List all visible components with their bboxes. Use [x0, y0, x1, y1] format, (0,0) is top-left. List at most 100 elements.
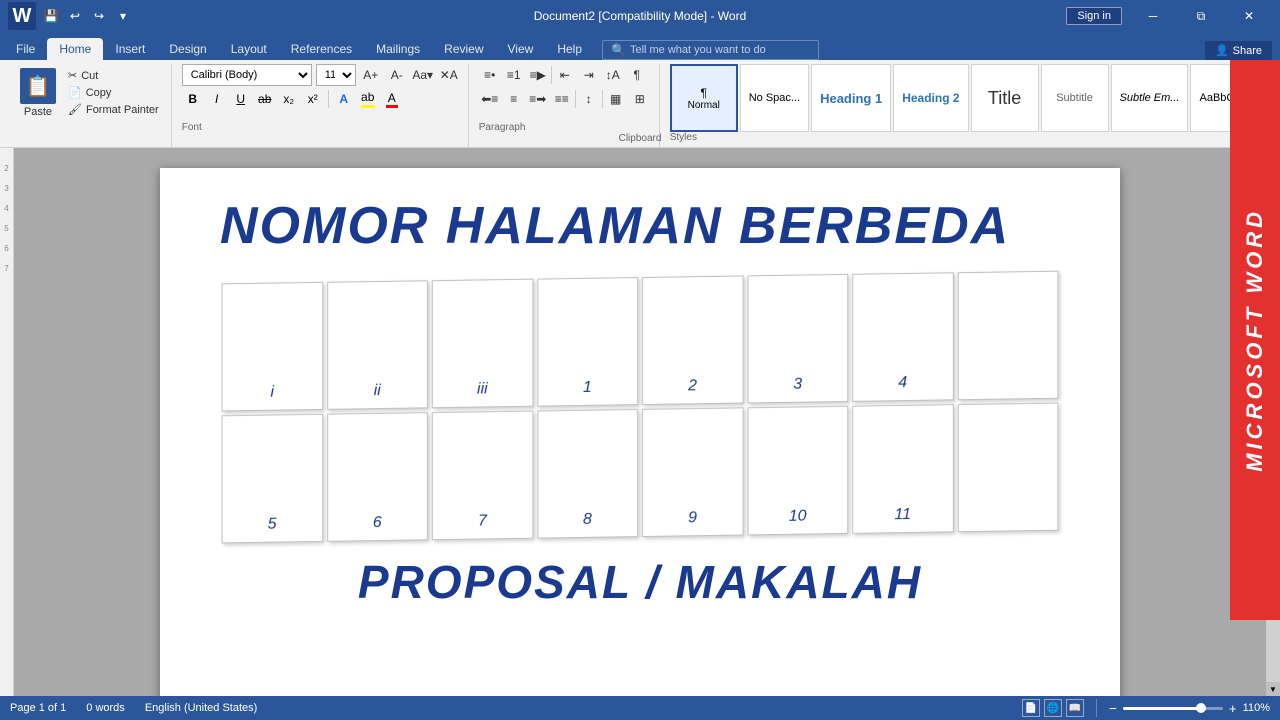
tab-references[interactable]: References: [279, 38, 364, 60]
tab-file[interactable]: File: [4, 38, 47, 60]
bold-button[interactable]: B: [182, 88, 204, 110]
undo-quick-btn[interactable]: ↩: [66, 7, 84, 25]
style-subtitle[interactable]: Subtitle: [1041, 64, 1109, 132]
font-size-select[interactable]: 11: [316, 64, 356, 86]
ribbon: 📋 Paste ✂ Cut 📄 Copy 🖌 Format Painter Cl…: [0, 60, 1280, 148]
style-heading2[interactable]: Heading 2: [893, 64, 968, 132]
bullets-button[interactable]: ≡•: [479, 64, 501, 86]
word-count: 0 words: [86, 702, 125, 714]
read-view[interactable]: 📖: [1066, 699, 1084, 717]
highlight-button[interactable]: ab: [357, 88, 379, 110]
zoom-out-button[interactable]: −: [1109, 701, 1117, 716]
format-painter-button[interactable]: 🖌 Format Painter: [64, 102, 163, 117]
increase-indent-button[interactable]: ⇥: [578, 64, 600, 86]
style-no-spacing[interactable]: No Spac...: [740, 64, 809, 132]
clear-format-button[interactable]: ✕A: [438, 64, 460, 86]
cut-label: Cut: [81, 70, 98, 82]
ruler-mark-5: 5: [4, 218, 8, 238]
ruler-mark-7: 7: [4, 258, 8, 278]
zoom-in-button[interactable]: +: [1229, 701, 1237, 716]
ribbon-tabs: File Home Insert Design Layout Reference…: [0, 32, 1280, 60]
zoom-slider-track[interactable]: [1123, 707, 1223, 710]
align-left-button[interactable]: ⬅≡: [479, 88, 501, 110]
pages-grid: i ii iii 1 2 3 4 5 6 7 8 9 10 11: [222, 271, 1059, 544]
subscript-button[interactable]: x₂: [278, 88, 300, 110]
style-heading1[interactable]: Heading 1: [811, 64, 891, 132]
mini-page-11: 11: [852, 404, 953, 534]
word-w-icon: W: [13, 5, 32, 28]
style-subtitle-label: Subtitle: [1056, 92, 1093, 104]
cut-icon: ✂: [68, 69, 77, 82]
underline-button[interactable]: U: [230, 88, 252, 110]
share-label: Share: [1233, 45, 1262, 57]
print-layout-view[interactable]: 📄: [1022, 699, 1040, 717]
tab-help[interactable]: Help: [545, 38, 594, 60]
mini-page-9: 9: [642, 408, 743, 538]
shrink-font-button[interactable]: A-: [386, 64, 408, 86]
tab-layout[interactable]: Layout: [219, 38, 279, 60]
zoom-slider-thumb[interactable]: [1196, 703, 1206, 713]
tab-view[interactable]: View: [496, 38, 546, 60]
grow-font-button[interactable]: A+: [360, 64, 382, 86]
numbering-button[interactable]: ≡1: [503, 64, 525, 86]
word-page[interactable]: NOMOR HALAMAN BERBEDA i ii iii 1 2 3 4 5…: [160, 168, 1120, 696]
mini-page-4: 4: [852, 272, 953, 402]
close-button[interactable]: ✕: [1226, 0, 1272, 32]
scroll-down-button[interactable]: ▼: [1266, 682, 1280, 696]
paste-icon: 📋: [20, 68, 56, 104]
mini-page-i: i: [222, 282, 323, 412]
restore-button[interactable]: ⧉: [1178, 0, 1224, 32]
ruler-left: 2 3 4 5 6 7: [0, 148, 14, 696]
paste-button[interactable]: 📋 Paste: [12, 64, 64, 122]
change-case-button[interactable]: Aa▾: [412, 64, 434, 86]
style-no-spacing-label: No Spac...: [749, 92, 800, 104]
style-subtle-em[interactable]: Subtle Em...: [1111, 64, 1189, 132]
justify-button[interactable]: ≡≡: [551, 88, 573, 110]
tab-mailings[interactable]: Mailings: [364, 38, 432, 60]
customize-quick-btn[interactable]: ▾: [114, 7, 132, 25]
shading-button[interactable]: ▦: [605, 88, 627, 110]
style-title[interactable]: Title: [971, 64, 1039, 132]
sort-button[interactable]: ↕A: [602, 64, 624, 86]
italic-button[interactable]: I: [206, 88, 228, 110]
tab-review[interactable]: Review: [432, 38, 495, 60]
copy-button[interactable]: 📄 Copy: [64, 85, 163, 100]
multilevel-button[interactable]: ≡▶: [527, 64, 549, 86]
tab-insert[interactable]: Insert: [103, 38, 157, 60]
line-spacing-button[interactable]: ↕: [578, 88, 600, 110]
status-right: 📄 🌐 📖 − + 110%: [1022, 699, 1270, 717]
page-subheading: PROPOSAL / MAKALAH: [220, 555, 1060, 609]
paste-label: Paste: [24, 106, 52, 118]
style-title-label: Title: [988, 88, 1021, 109]
tell-me-input[interactable]: [630, 44, 810, 56]
minimize-button[interactable]: ─: [1130, 0, 1176, 32]
cut-button[interactable]: ✂ Cut: [64, 68, 163, 83]
borders-button[interactable]: ⊞: [629, 88, 651, 110]
style-normal[interactable]: ¶ Normal: [670, 64, 738, 132]
text-effects-button[interactable]: A: [333, 88, 355, 110]
show-hide-button[interactable]: ¶: [626, 64, 648, 86]
mini-page-ii: ii: [327, 280, 428, 410]
save-quick-btn[interactable]: 💾: [42, 7, 60, 25]
mini-page-blank1: [957, 271, 1058, 401]
web-layout-view[interactable]: 🌐: [1044, 699, 1062, 717]
tab-design[interactable]: Design: [157, 38, 218, 60]
sign-in-button[interactable]: Sign in: [1066, 7, 1122, 25]
font-color-button[interactable]: A: [381, 88, 403, 110]
tab-home[interactable]: Home: [47, 38, 103, 60]
align-right-button[interactable]: ≡➡: [527, 88, 549, 110]
font-name-select[interactable]: Calibri (Body): [182, 64, 312, 86]
share-button[interactable]: 👤 Share: [1205, 41, 1272, 60]
decrease-indent-button[interactable]: ⇤: [554, 64, 576, 86]
clipboard-right: ✂ Cut 📄 Copy 🖌 Format Painter: [64, 64, 163, 117]
styles-gallery: ¶ Normal No Spac... Heading 1 Heading 2 …: [670, 64, 1280, 132]
mini-page-3: 3: [747, 274, 848, 404]
superscript-button[interactable]: x²: [302, 88, 324, 110]
tell-me-bar[interactable]: 🔍: [602, 40, 819, 60]
strikethrough-button[interactable]: ab: [254, 88, 276, 110]
ribbon-tabs-right: 👤 Share: [1205, 41, 1280, 60]
ruler-mark-6: 6: [4, 238, 8, 258]
clipboard-group-label: Clipboard: [0, 133, 1280, 144]
redo-quick-btn[interactable]: ↪: [90, 7, 108, 25]
align-center-button[interactable]: ≡: [503, 88, 525, 110]
